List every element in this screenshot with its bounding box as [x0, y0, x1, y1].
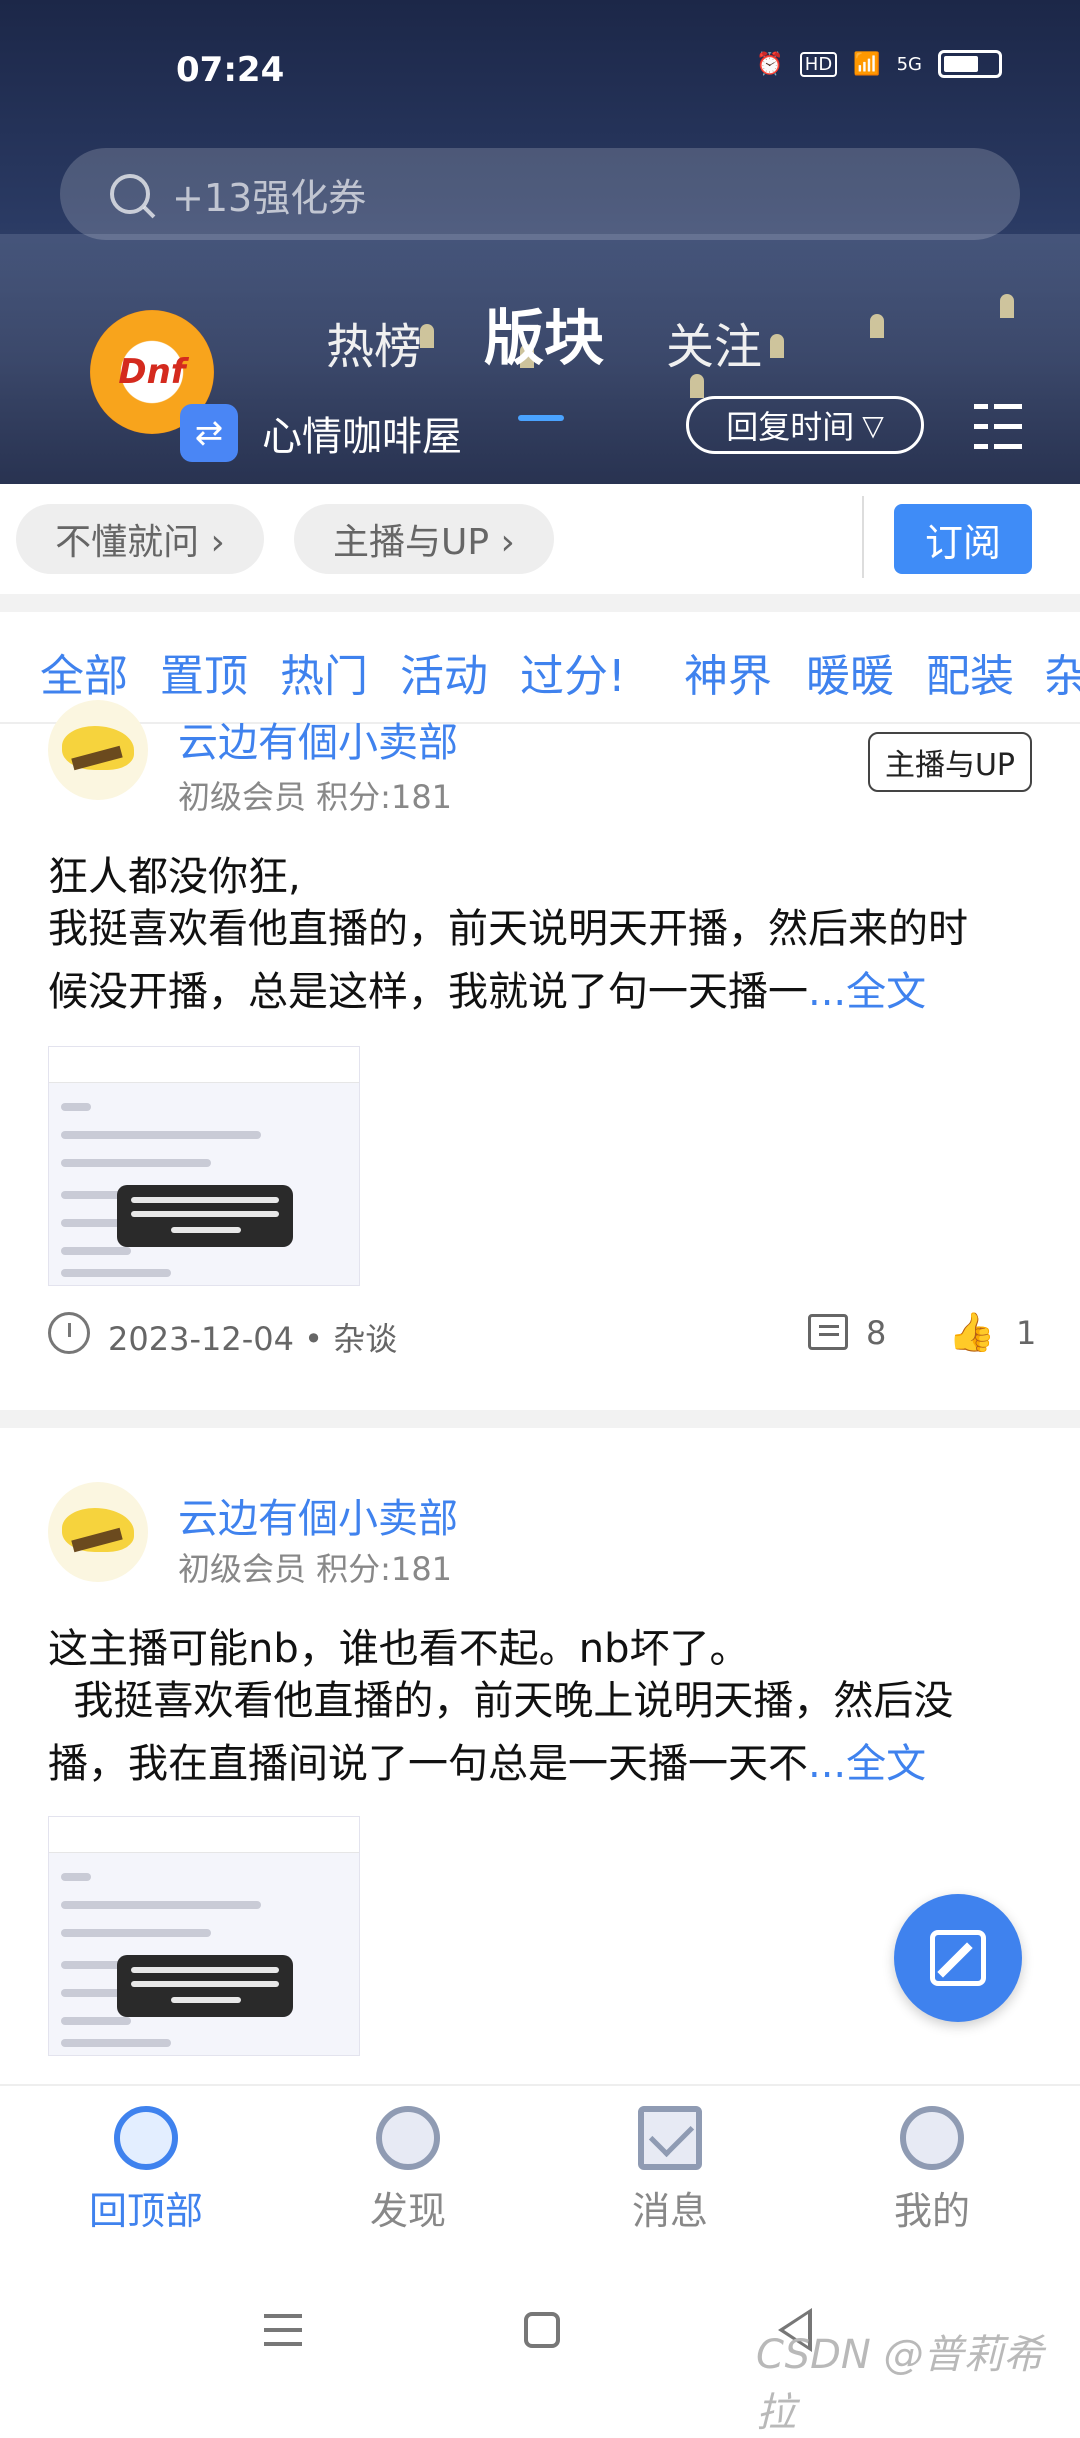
- category-hot[interactable]: 热门: [280, 640, 368, 704]
- post-date-category: 2023-12-04 • 杂谈: [108, 1320, 398, 1358]
- profile-icon: [900, 2106, 964, 2170]
- category-divine-realm[interactable]: 神界: [684, 640, 772, 704]
- nav-discover[interactable]: 发现: [318, 2106, 498, 2256]
- sort-by-reply-time-button[interactable]: 回复时间 ▽: [686, 396, 924, 454]
- category-all[interactable]: 全部: [40, 640, 128, 704]
- post-body[interactable]: 我挺喜欢看他直播的，前天晚上说明天播，然后没 播，我在直播间说了一句总是一天播一…: [48, 1670, 1038, 1796]
- nav-back-to-top[interactable]: 回顶部: [56, 2106, 236, 2256]
- filter-icon: ▽: [862, 408, 884, 442]
- system-navigation-bar: CSDN @普莉希拉: [0, 2270, 1080, 2436]
- post-card[interactable]: 云边有個小卖部 初级会员 积分:181 主播与UP 狂人都没你狂, 我挺喜欢看他…: [0, 700, 1080, 1410]
- nav-label: 我的: [893, 2189, 970, 2233]
- board-header: 07:24 ⏰ HD 📶 5G +13强化券 热榜 版块 关注 Dnf ⇄ 心情…: [0, 0, 1080, 484]
- home-icon[interactable]: [524, 2312, 560, 2348]
- compose-post-button[interactable]: [894, 1894, 1022, 2022]
- battery-icon: [938, 50, 1002, 78]
- tag-ask-questions[interactable]: 不懂就问 ›: [16, 504, 264, 574]
- category-events[interactable]: 活动: [400, 640, 488, 704]
- post-title[interactable]: 狂人都没你狂,: [48, 844, 301, 902]
- author-name[interactable]: 云边有個小卖部: [178, 710, 458, 768]
- post-meta-row: 2023-12-04 • 杂谈 8 👍 1: [48, 1308, 1038, 1358]
- category-nuannuan[interactable]: 暖暖: [806, 640, 894, 704]
- category-equipment[interactable]: 配装: [926, 640, 1014, 704]
- nav-messages[interactable]: 消息: [580, 2106, 760, 2256]
- status-icons: ⏰ HD 📶 5G: [756, 50, 1002, 78]
- clock-icon: [48, 1312, 90, 1354]
- search-placeholder: +13强化券: [172, 175, 367, 220]
- section-gap: [0, 594, 1080, 612]
- tag-row: 不懂就问 › 主播与UP › 订阅: [0, 484, 1080, 594]
- hd-icon: HD: [799, 51, 838, 77]
- logo-text: Dnf: [118, 352, 186, 392]
- tab-following[interactable]: 关注: [666, 307, 762, 377]
- signal-icon: 5G: [896, 53, 922, 75]
- board-name[interactable]: 心情咖啡屋: [262, 404, 462, 462]
- divider: [862, 496, 864, 578]
- avatar[interactable]: [48, 1482, 148, 1582]
- author-meta: 初级会员 积分:181: [178, 778, 453, 816]
- read-more-link[interactable]: ...全文: [808, 1741, 926, 1787]
- nav-profile[interactable]: 我的: [842, 2106, 1022, 2256]
- edit-icon: [930, 1930, 986, 1986]
- search-bar[interactable]: +13强化券: [60, 148, 1020, 240]
- mail-icon: [638, 2106, 702, 2170]
- author-name[interactable]: 云边有個小卖部: [178, 1486, 458, 1544]
- nav-label: 回顶部: [88, 2189, 203, 2233]
- back-to-top-icon: [114, 2106, 178, 2170]
- tab-boards[interactable]: 版块: [484, 290, 604, 421]
- alarm-icon: ⏰: [756, 51, 784, 77]
- thumbs-up-icon[interactable]: 👍: [948, 1310, 995, 1355]
- bottom-navigation: 回顶部 发现 消息 我的: [0, 2084, 1080, 2270]
- post-image-thumbnail[interactable]: [48, 1046, 360, 1286]
- sort-label: 回复时间: [726, 408, 855, 446]
- subscribe-button[interactable]: 订阅: [894, 504, 1032, 574]
- nav-label: 消息: [631, 2189, 708, 2233]
- search-icon: [110, 174, 150, 214]
- status-time: 07:24: [176, 50, 285, 90]
- category-excessive[interactable]: 过分!: [520, 640, 626, 704]
- author-meta: 初级会员 积分:181: [178, 1550, 453, 1588]
- like-count: 1: [1016, 1314, 1037, 1352]
- tab-hot-list[interactable]: 热榜: [326, 307, 422, 377]
- post-separator: [0, 1410, 1080, 1428]
- top-tabs: 热榜 版块 关注: [326, 290, 762, 421]
- post-tag-badge[interactable]: 主播与UP: [868, 732, 1032, 792]
- category-misc[interactable]: 杂: [1044, 640, 1080, 704]
- tag-streamer-up[interactable]: 主播与UP ›: [294, 504, 554, 574]
- post-body-line: 播，我在直播间说了一句总是一天播一天不: [48, 1741, 808, 1787]
- category-pinned[interactable]: 置顶: [160, 640, 248, 704]
- wifi-icon: 📶: [853, 51, 881, 77]
- nav-label: 发现: [369, 2189, 446, 2233]
- post-body[interactable]: 我挺喜欢看他直播的，前天说明天开播，然后来的时 候没开播，总是这样，我就说了句一…: [48, 898, 1038, 1024]
- post-title[interactable]: 这主播可能nb，谁也看不起。nb坏了。: [48, 1616, 749, 1674]
- post-body-line: 候没开播，总是这样，我就说了句一天播一: [48, 969, 808, 1015]
- comment-icon[interactable]: [808, 1314, 848, 1350]
- post-body-line: 我挺喜欢看他直播的，前天说明天开播，然后来的时: [48, 906, 968, 952]
- watermark: CSDN @普莉希拉: [756, 2332, 1044, 2436]
- discover-icon: [376, 2106, 440, 2170]
- read-more-link[interactable]: ...全文: [808, 969, 926, 1015]
- comment-count: 8: [866, 1314, 887, 1352]
- avatar[interactable]: [48, 700, 148, 800]
- switch-board-icon[interactable]: ⇄: [180, 404, 238, 462]
- post-body-line: 我挺喜欢看他直播的，前天晚上说明天播，然后没: [48, 1678, 954, 1724]
- recent-apps-icon[interactable]: [264, 2314, 302, 2348]
- post-image-thumbnail[interactable]: [48, 1816, 360, 2056]
- list-menu-icon[interactable]: [974, 404, 1022, 450]
- category-tabs: 全部 置顶 热门 活动 过分! 神界 暖暖 配装 杂: [0, 612, 1080, 724]
